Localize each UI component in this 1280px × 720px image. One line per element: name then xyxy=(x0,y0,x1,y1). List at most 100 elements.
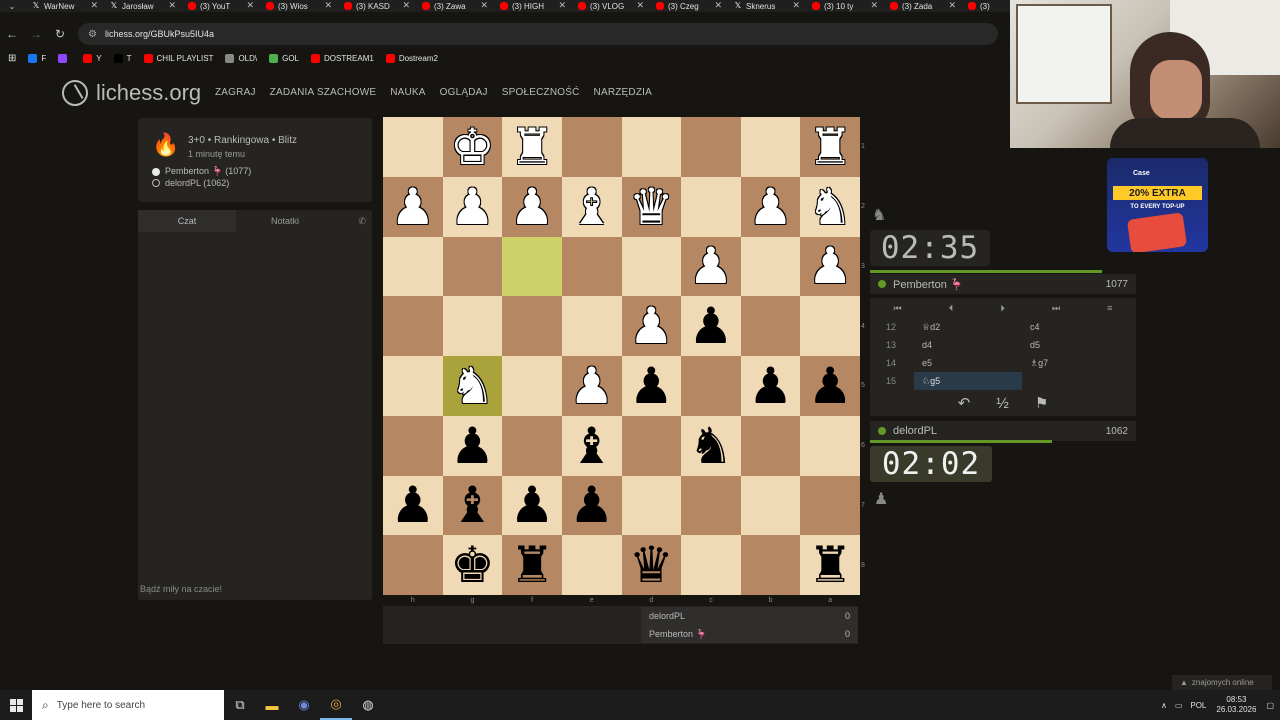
browser-tab[interactable]: (3) 10 ty ✕ xyxy=(804,0,882,12)
board-square[interactable] xyxy=(681,356,741,416)
tab-close-icon[interactable]: ✕ xyxy=(792,0,800,11)
phone-icon[interactable]: ✆ xyxy=(334,210,372,232)
white-move[interactable]: e5 xyxy=(914,354,1022,372)
board-square[interactable]: ♟ xyxy=(442,176,503,237)
browser-tab[interactable]: (3) Wios ✕ xyxy=(258,0,336,12)
tab-chat[interactable]: Czat xyxy=(138,210,236,232)
white-bishop-icon[interactable]: ♝ xyxy=(569,182,614,232)
black-pawn-icon[interactable]: ♟ xyxy=(689,301,734,351)
white-rook-icon[interactable]: ♜ xyxy=(808,122,853,172)
black-player-row[interactable]: delordPL (1062) xyxy=(152,178,229,188)
board-square[interactable]: ♟ xyxy=(442,415,503,476)
black-pawn-icon[interactable]: ♟ xyxy=(748,361,793,411)
board-square[interactable] xyxy=(800,415,860,476)
tab-close-icon[interactable]: ✕ xyxy=(246,0,254,11)
board-square[interactable]: ♟ xyxy=(800,356,860,416)
bookmark-item[interactable]: Dostream2 xyxy=(385,53,438,63)
board-square[interactable]: ♜ xyxy=(800,535,860,595)
board-square[interactable] xyxy=(681,117,741,177)
board-square[interactable] xyxy=(800,296,860,356)
chrome-icon[interactable]: ◎ xyxy=(320,690,352,720)
white-player-row[interactable]: Pemberton 🦩 (1077) xyxy=(152,166,251,177)
board-square[interactable] xyxy=(442,296,503,356)
browser-tab[interactable]: 𝕏 Jarosław ✕ xyxy=(102,0,180,12)
nav-ogladaj[interactable]: OGLĄDAJ xyxy=(440,87,488,98)
nav-nauka[interactable]: NAUKA xyxy=(390,87,425,98)
start-button[interactable] xyxy=(0,690,32,720)
white-move[interactable]: ♘g5 xyxy=(914,372,1022,390)
board-square[interactable]: ♚ xyxy=(442,535,503,595)
black-pawn-icon[interactable]: ♟ xyxy=(808,361,853,411)
url-field[interactable]: ⚙ lichess.org/GBUkPsu5IU4a xyxy=(78,23,998,45)
board-square[interactable]: ♟ xyxy=(800,236,860,297)
tab-close-icon[interactable]: ✕ xyxy=(870,0,878,11)
black-pawn-icon[interactable]: ♟ xyxy=(510,480,555,530)
black-pawn-icon[interactable]: ♟ xyxy=(629,361,674,411)
board-square[interactable]: ♞ xyxy=(800,176,860,237)
board-square[interactable] xyxy=(681,535,741,595)
board-square[interactable] xyxy=(681,176,741,237)
board-square[interactable]: ♟ xyxy=(621,296,682,356)
tab-close-icon[interactable]: ✕ xyxy=(714,0,722,11)
menu-icon[interactable]: ≡ xyxy=(1107,303,1112,313)
board-square[interactable] xyxy=(800,475,860,536)
black-king-icon[interactable]: ♚ xyxy=(450,540,495,590)
bookmark-item[interactable]: F xyxy=(28,53,46,63)
board-square[interactable]: ♞ xyxy=(681,415,741,476)
reload-icon[interactable]: ↻ xyxy=(48,22,72,46)
board-square[interactable] xyxy=(740,236,801,297)
board-square[interactable] xyxy=(502,356,562,416)
case-ad-banner[interactable]: Case 20% EXTRA TO EVERY TOP-UP xyxy=(1107,158,1208,252)
board-square[interactable]: ♟ xyxy=(740,356,801,416)
black-move[interactable]: ♗g7 xyxy=(1022,358,1130,369)
takeback-icon[interactable]: ↶ xyxy=(958,394,971,412)
black-pawn-icon[interactable]: ♟ xyxy=(569,480,614,530)
board-square[interactable]: ♟ xyxy=(681,236,741,297)
black-pawn-icon[interactable]: ♟ xyxy=(450,421,495,471)
board-square[interactable]: ♜ xyxy=(502,117,562,177)
last-move-icon[interactable]: ⏭ xyxy=(1052,303,1060,314)
chess-board[interactable]: ♚ ♜ ♜ ♟ ♟ ♟ ♝ ♛ ♟ ♞ ♟ ♟ ♟ ♟ ♞ ♟ ♟ ♟ ♟ ♟ ♝ ♞ ♟ ♝ ♟ ♟ ♚ ♜ ♛ ♜ xyxy=(383,117,860,595)
white-move[interactable]: d4 xyxy=(914,336,1022,354)
board-square[interactable] xyxy=(561,296,622,356)
board-square[interactable] xyxy=(621,415,682,476)
bookmark-item[interactable]: OLD\ xyxy=(225,53,257,63)
browser-tab[interactable]: (3) Czeg ✕ xyxy=(648,0,726,12)
board-square[interactable]: ♚ xyxy=(442,117,503,177)
white-knight-icon[interactable]: ♞ xyxy=(450,361,495,411)
board-square[interactable] xyxy=(740,117,801,177)
board-square[interactable]: ♝ xyxy=(561,176,622,237)
white-pawn-icon[interactable]: ♟ xyxy=(450,182,495,232)
browser-tab[interactable]: (3) Zada ✕ xyxy=(882,0,960,12)
browser-tab[interactable]: (3) YouT ✕ xyxy=(180,0,258,12)
white-pawn-icon[interactable]: ♟ xyxy=(689,241,734,291)
white-pawn-icon[interactable]: ♟ xyxy=(808,241,853,291)
black-pawn-icon[interactable]: ♟ xyxy=(390,480,435,530)
discord-icon[interactable]: ◉ xyxy=(288,690,320,720)
board-square[interactable] xyxy=(383,415,443,476)
board-square[interactable] xyxy=(621,236,682,297)
player-name-row[interactable]: delordPL 1062 xyxy=(870,421,1136,441)
browser-tab[interactable]: (3) Zawa ✕ xyxy=(414,0,492,12)
nav-zagraj[interactable]: ZAGRAJ xyxy=(215,87,256,98)
offer-draw-icon[interactable]: ½ xyxy=(996,395,1009,412)
black-bishop-icon[interactable]: ♝ xyxy=(450,480,495,530)
board-square[interactable]: ♜ xyxy=(800,117,860,177)
nav-narzedzia[interactable]: NARZĘDZIA xyxy=(594,87,652,98)
tab-notes[interactable]: Notatki xyxy=(236,210,334,232)
browser-tab[interactable]: (3) HIGH ✕ xyxy=(492,0,570,12)
tab-close-icon[interactable]: ✕ xyxy=(948,0,956,11)
board-square[interactable] xyxy=(621,117,682,177)
chat-input[interactable]: Bądź miły na czacie! xyxy=(140,584,222,594)
bookmark-item[interactable]: GOL xyxy=(269,53,299,63)
tray-chevron-icon[interactable]: ∧ xyxy=(1161,701,1167,710)
board-square[interactable] xyxy=(740,535,801,595)
black-move[interactable]: c4 xyxy=(1022,322,1130,332)
board-square[interactable] xyxy=(502,236,562,297)
notifications-icon[interactable]: ▢ xyxy=(1266,701,1274,710)
language-indicator[interactable]: POL xyxy=(1190,701,1206,710)
board-square[interactable] xyxy=(561,236,622,297)
task-view-icon[interactable]: ⧉ xyxy=(224,690,256,720)
browser-tab[interactable]: 𝕏 Sknerus ✕ xyxy=(726,0,804,12)
site-info-icon[interactable]: ⚙ xyxy=(88,29,97,40)
